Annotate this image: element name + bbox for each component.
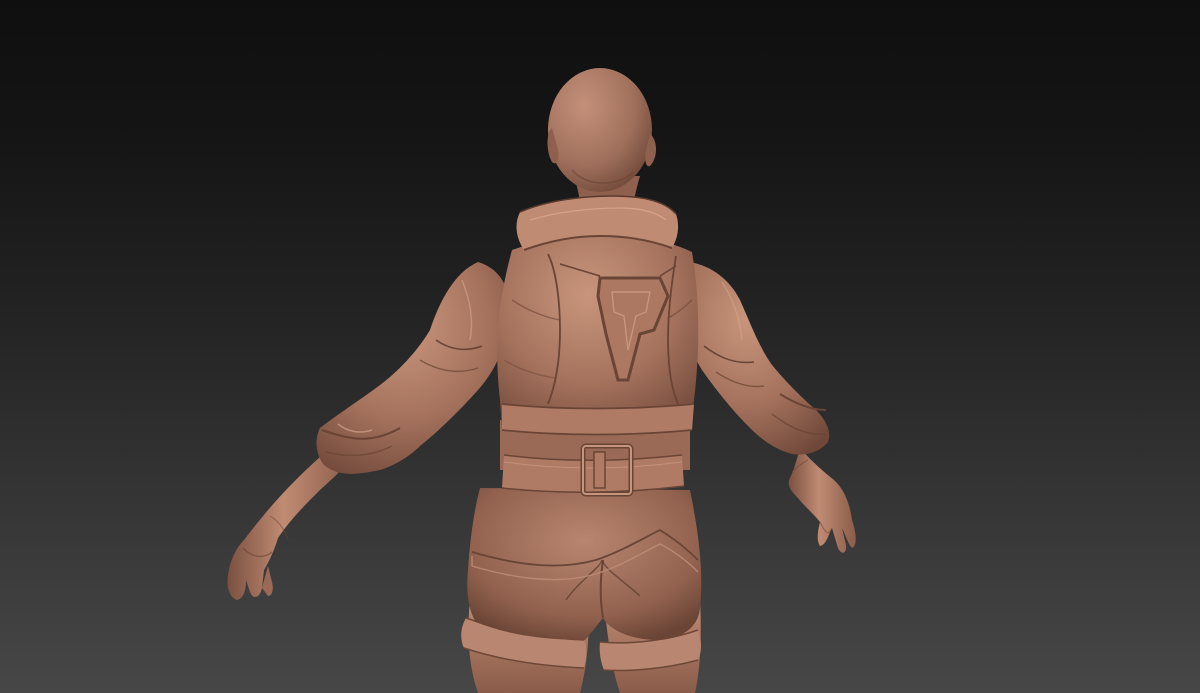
jacket-left-sleeve [316,262,511,474]
jacket-right-sleeve [680,262,830,455]
head [547,68,656,192]
clay-figure-render [227,68,856,693]
sculpt-viewport[interactable] [0,0,1200,693]
jacket-back [497,236,699,436]
left-hand [227,448,352,600]
shorts [467,488,702,640]
right-hand [788,448,856,553]
